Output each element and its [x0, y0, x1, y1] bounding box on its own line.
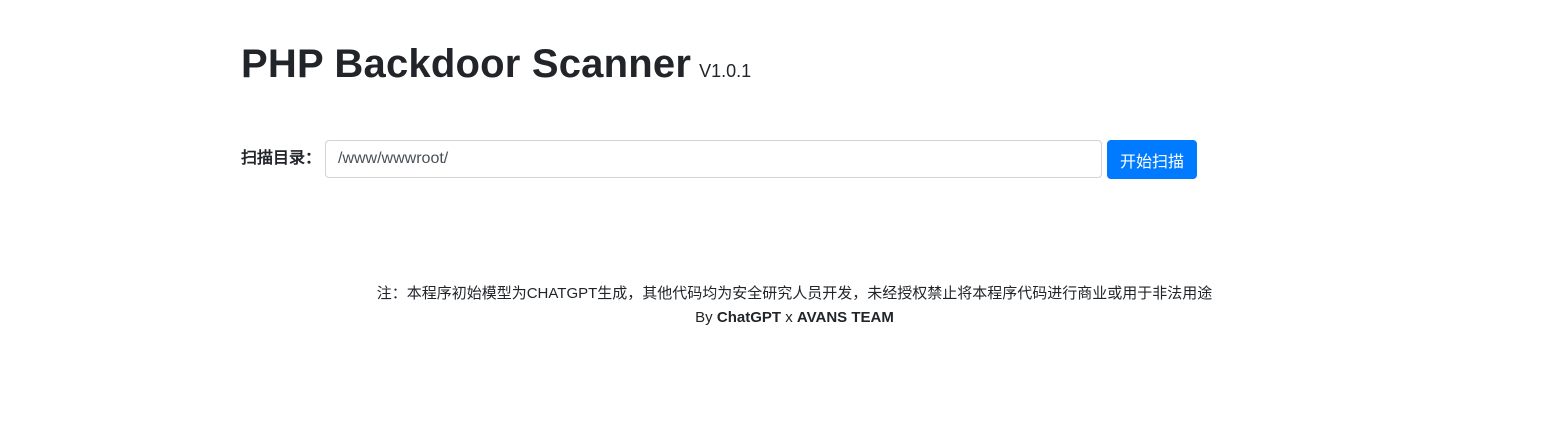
- version-label: V1.0.1: [699, 61, 752, 81]
- start-scan-button[interactable]: 开始扫描: [1107, 140, 1197, 179]
- scan-directory-label: 扫描目录：: [241, 150, 322, 167]
- scan-directory-input[interactable]: [325, 140, 1102, 178]
- page-header: PHP Backdoor Scanner V1.0.1: [241, 42, 751, 87]
- credit-prefix: By: [695, 309, 713, 326]
- page-title: PHP Backdoor Scanner: [241, 42, 692, 86]
- scan-form: 扫描目录： 开始扫描: [241, 140, 1241, 179]
- disclaimer-note: 注：本程序初始模型为CHATGPT生成，其他代码均为安全研究人员开发，未经授权禁…: [376, 285, 1213, 302]
- credit-author-team: AVANS TEAM: [796, 309, 894, 326]
- credit-joiner: x: [785, 309, 793, 326]
- page-footer: 注：本程序初始模型为CHATGPT生成，其他代码均为安全研究人员开发，未经授权禁…: [0, 282, 1551, 330]
- credit-line: By ChatGPT x AVANS TEAM: [0, 306, 1551, 330]
- credit-author-chatgpt: ChatGPT: [716, 309, 782, 326]
